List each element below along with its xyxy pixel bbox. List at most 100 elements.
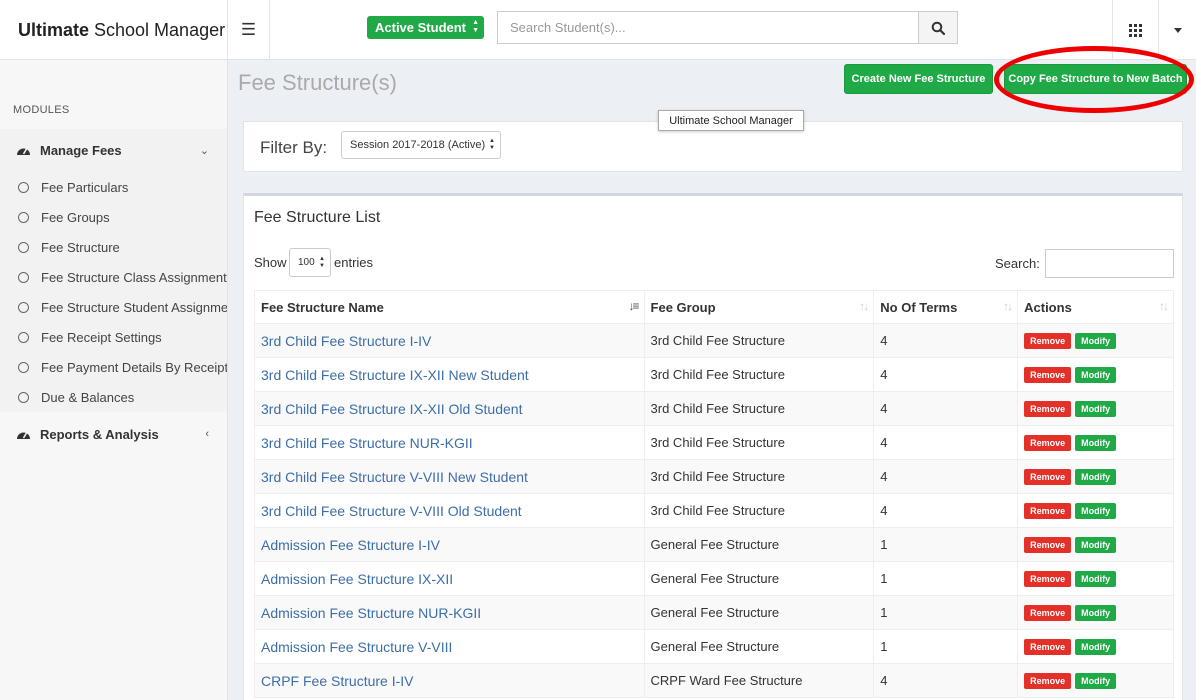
remove-button[interactable]: Remove — [1024, 571, 1072, 587]
remove-button[interactable]: Remove — [1024, 401, 1072, 417]
app-logo[interactable]: Ultimate School Manager — [0, 0, 228, 60]
table-row: 3rd Child Fee Structure IX-XII New Stude… — [254, 357, 1174, 392]
fee-group-cell: CRPF Ward Fee Structure — [643, 663, 875, 698]
fee-structure-name-link[interactable]: 3rd Child Fee Structure V-VIII New Stude… — [254, 459, 645, 494]
circle-icon — [18, 271, 29, 283]
column-header-terms[interactable]: No Of Terms ↑↓ — [873, 290, 1019, 324]
remove-button[interactable]: Remove — [1024, 333, 1072, 349]
fee-structure-name-link[interactable]: Admission Fee Structure I-IV — [254, 527, 645, 562]
entries-length-value: 100 — [298, 257, 315, 268]
actions-cell: Remove Modify — [1017, 527, 1174, 562]
fee-structure-name-link[interactable]: 3rd Child Fee Structure V-VIII Old Stude… — [254, 493, 645, 528]
sidebar-item-fee-structure[interactable]: Fee Structure — [0, 232, 227, 262]
remove-button[interactable]: Remove — [1024, 469, 1072, 485]
terms-cell: 4 — [873, 391, 1019, 426]
actions-cell: Remove Modify — [1017, 493, 1174, 528]
tooltip: Ultimate School Manager — [658, 110, 804, 131]
sidebar-item-class-assignment[interactable]: Fee Structure Class Assignment — [0, 262, 227, 292]
sidebar-item-receipt-settings[interactable]: Fee Receipt Settings — [0, 322, 227, 352]
circle-icon — [18, 301, 29, 313]
search-button[interactable] — [918, 11, 958, 44]
dashboard-icon — [17, 432, 30, 439]
column-header-label: Fee Structure Name — [261, 299, 384, 315]
modify-button[interactable]: Modify — [1075, 605, 1117, 621]
modify-button[interactable]: Modify — [1075, 333, 1117, 349]
modify-button[interactable]: Modify — [1075, 673, 1117, 689]
sidebar-item-reports[interactable]: Reports & Analysis ‹ — [0, 414, 227, 454]
remove-button[interactable]: Remove — [1024, 503, 1072, 519]
column-header-name[interactable]: Fee Structure Name ↓≡ — [254, 290, 645, 324]
fee-group-cell: 3rd Child Fee Structure — [643, 459, 875, 494]
fee-structure-name-link[interactable]: CRPF Fee Structure I-IV — [254, 663, 645, 698]
student-search-input[interactable]: Search Student(s)... — [497, 11, 919, 44]
copy-fee-structure-button[interactable]: Copy Fee Structure to New Batch — [1004, 64, 1187, 94]
fee-structure-name-link[interactable]: Admission Fee Structure NUR-KGII — [254, 595, 645, 630]
fee-structure-name-link[interactable]: Admission Fee Structure V-VIII — [254, 629, 645, 664]
top-header: Ultimate School Manager ☰ Active Student… — [0, 0, 1196, 60]
entries-length-select[interactable]: 100 ▲ ▼ — [289, 248, 331, 277]
remove-button[interactable]: Remove — [1024, 639, 1072, 655]
fee-structure-name-link[interactable]: 3rd Child Fee Structure I-IV — [254, 323, 645, 358]
table-body: 3rd Child Fee Structure I-IV 3rd Child Fe… — [254, 323, 1174, 698]
sidebar-item-label: Manage Fees — [40, 142, 122, 158]
modify-button[interactable]: Modify — [1075, 435, 1117, 451]
terms-cell: 4 — [873, 323, 1019, 358]
hamburger-icon: ☰ — [240, 20, 257, 39]
user-dropdown-button[interactable] — [1158, 0, 1196, 60]
modify-button[interactable]: Modify — [1075, 503, 1117, 519]
remove-button[interactable]: Remove — [1024, 435, 1072, 451]
modify-button[interactable]: Modify — [1075, 469, 1117, 485]
create-fee-structure-button[interactable]: Create New Fee Structure — [844, 64, 993, 94]
session-select[interactable]: Session 2017-2018 (Active) ▲ ▼ — [341, 131, 501, 159]
remove-button[interactable]: Remove — [1024, 367, 1072, 383]
sidebar-item-due-balances[interactable]: Due & Balances — [0, 382, 227, 412]
actions-cell: Remove Modify — [1017, 629, 1174, 664]
fee-structure-name-link[interactable]: 3rd Child Fee Structure IX-XII New Stude… — [254, 357, 645, 392]
menu-toggle-button[interactable]: ☰ — [228, 0, 270, 60]
sidebar-item-payment-details[interactable]: Fee Payment Details By Receipt No — [0, 352, 227, 382]
table-row: 3rd Child Fee Structure NUR-KGII 3rd Chil… — [254, 425, 1174, 460]
sidebar-item-label: Fee Particulars — [41, 179, 129, 195]
terms-cell: 1 — [873, 629, 1019, 664]
select-arrows-icon: ▲ ▼ — [472, 19, 479, 34]
modify-button[interactable]: Modify — [1075, 537, 1117, 553]
search-icon — [931, 21, 945, 35]
table-row: Admission Fee Structure NUR-KGII General … — [254, 595, 1174, 630]
fee-structure-list-panel: Fee Structure List Show 100 ▲ ▼ entries S… — [243, 193, 1183, 700]
actions-cell: Remove Modify — [1017, 663, 1174, 698]
fee-structure-name-link[interactable]: 3rd Child Fee Structure NUR-KGII — [254, 425, 645, 460]
column-header-actions[interactable]: Actions ↑↓ — [1017, 290, 1174, 324]
student-status-select[interactable]: Active Student ▲ ▼ — [367, 16, 484, 39]
apps-button[interactable] — [1112, 0, 1158, 60]
circle-icon — [18, 211, 29, 223]
table-row: 3rd Child Fee Structure IX-XII Old Stude… — [254, 391, 1174, 426]
sidebar-item-label: Fee Structure Student Assignment — [41, 299, 228, 315]
modules-label: MODULES — [13, 104, 70, 116]
remove-button[interactable]: Remove — [1024, 605, 1072, 621]
modify-button[interactable]: Modify — [1075, 571, 1117, 587]
sidebar-item-manage-fees[interactable]: Manage Fees ⌄ — [0, 130, 227, 170]
show-label: Show — [254, 255, 287, 270]
circle-icon — [18, 391, 29, 403]
page-title: Fee Structure(s) — [238, 70, 397, 95]
fee-structure-name-link[interactable]: Admission Fee Structure IX-XII — [254, 561, 645, 596]
circle-icon — [18, 241, 29, 253]
sidebar-item-student-assignment[interactable]: Fee Structure Student Assignment — [0, 292, 227, 322]
column-header-label: Actions — [1024, 299, 1072, 315]
modify-button[interactable]: Modify — [1075, 401, 1117, 417]
modify-button[interactable]: Modify — [1075, 639, 1117, 655]
sidebar-item-label: Fee Structure — [41, 239, 120, 255]
remove-button[interactable]: Remove — [1024, 673, 1072, 689]
fee-structure-name-link[interactable]: 3rd Child Fee Structure IX-XII Old Stude… — [254, 391, 645, 426]
modify-button[interactable]: Modify — [1075, 367, 1117, 383]
sidebar-item-fee-particulars[interactable]: Fee Particulars — [0, 172, 227, 202]
search-placeholder: Search Student(s)... — [510, 20, 626, 35]
sort-desc-icon: ↓≡ — [628, 299, 640, 313]
fee-structure-table: Fee Structure Name ↓≡ Fee Group ↑↓ No Of T… — [254, 290, 1174, 698]
table-search-input[interactable] — [1045, 249, 1174, 278]
column-header-group[interactable]: Fee Group ↑↓ — [643, 290, 875, 324]
table-row: Admission Fee Structure I-IV General Fee … — [254, 527, 1174, 562]
select-arrows-icon: ▲ ▼ — [319, 255, 325, 269]
remove-button[interactable]: Remove — [1024, 537, 1072, 553]
sidebar-item-fee-groups[interactable]: Fee Groups — [0, 202, 227, 232]
